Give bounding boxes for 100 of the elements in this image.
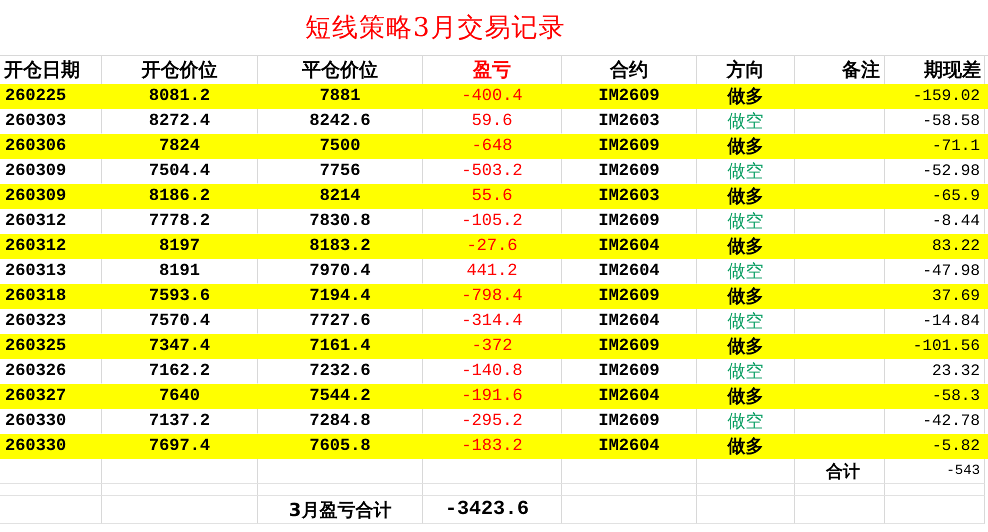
table-cell: 8242.6 [309, 112, 371, 130]
table-cell: -58.58 [922, 112, 980, 130]
table-cell: -105.2 [461, 212, 523, 230]
table-cell: IM2609 [598, 86, 660, 106]
table-cell-text: 做空 [728, 210, 764, 233]
table-cell: 59.6 [472, 112, 512, 130]
table-cell: 8081.2 [148, 86, 210, 106]
table-cell: 260323 [5, 312, 66, 330]
table-cell: 23.32 [932, 362, 980, 380]
table-cell: 7824 [159, 136, 200, 156]
table-cell: 7778.2 [148, 212, 210, 230]
table-cell: 7830.8 [309, 212, 371, 230]
column-header: 期现差 [924, 58, 981, 83]
table-cell: 7727.6 [309, 312, 371, 330]
table-cell: -47.98 [922, 262, 980, 280]
table-cell: 8272.4 [148, 112, 210, 130]
table-cell: IM2609 [598, 412, 660, 430]
table-cell: IM2609 [598, 136, 660, 156]
column-header: 备注 [842, 58, 880, 83]
table-cell: 260309 [5, 186, 66, 206]
table-cell-text: 做多 [728, 285, 764, 308]
column-header: 平仓价位 [302, 58, 378, 83]
table-cell: -65.9 [932, 187, 980, 205]
sheet-title: 短线策略3月交易记录 [305, 12, 566, 45]
table-cell: -14.84 [922, 312, 980, 330]
column-header: 盈亏 [473, 58, 511, 83]
table-cell: 7881 [320, 86, 360, 106]
table-cell: 7697.4 [148, 436, 210, 456]
table-cell: 260306 [5, 136, 66, 156]
table-cell: -372 [472, 336, 512, 356]
table-cell-text: 做多 [728, 185, 764, 208]
table-cell: -314.4 [461, 312, 523, 330]
table-cell: -5.82 [932, 437, 980, 455]
column-header: 开仓价位 [142, 58, 218, 83]
table-cell: 7504.4 [148, 162, 210, 180]
table-cell: -159.02 [912, 87, 980, 105]
table-cell: IM2603 [598, 112, 660, 130]
table-cell: IM2604 [598, 312, 660, 330]
table-cell-text: 做多 [728, 385, 764, 408]
column-header: 合约 [610, 58, 648, 83]
table-cell: 260312 [5, 212, 66, 230]
table-cell: 7756 [320, 162, 360, 180]
table-cell: 260225 [5, 86, 66, 106]
table-cell: 7284.8 [309, 412, 371, 430]
table-cell: 260325 [5, 336, 66, 356]
table-cell: 7544.2 [309, 386, 371, 406]
table-cell: -648 [472, 136, 512, 156]
table-cell-text: 做空 [728, 410, 764, 433]
table-cell: 260312 [5, 236, 66, 256]
table-cell: -400.4 [461, 86, 523, 106]
table-cell: 7500 [320, 136, 360, 156]
table-cell: IM2604 [598, 436, 660, 456]
table-cell: 7232.6 [309, 362, 371, 380]
table-cell-text: 做多 [728, 335, 764, 358]
table-cell: -58.3 [932, 387, 980, 405]
table-cell: IM2604 [598, 386, 660, 406]
table-cell: 260309 [5, 162, 66, 180]
table-cell-text: 做空 [728, 360, 764, 383]
subtotal-label: 合计 [826, 460, 860, 482]
table-cell: 7137.2 [148, 412, 210, 430]
column-header: 方向 [726, 58, 764, 83]
subtotal-value: -543 [946, 463, 980, 479]
total-label: 3月盈亏合计 [288, 498, 392, 522]
table-cell: 260326 [5, 362, 66, 380]
table-cell-text: 做空 [728, 160, 764, 183]
table-cell: 8214 [320, 186, 360, 206]
table-cell: 260303 [5, 112, 66, 130]
table-cell: 260318 [5, 286, 66, 306]
table-cell: -503.2 [461, 162, 523, 180]
table-cell: 260327 [5, 386, 66, 406]
table-cell-text: 做多 [728, 435, 764, 458]
table-cell: 7605.8 [309, 436, 371, 456]
table-cell: -798.4 [461, 286, 523, 306]
table-cell: 7593.6 [148, 286, 210, 306]
table-cell-text: 做多 [728, 235, 764, 258]
table-cell: -140.8 [461, 362, 523, 380]
table-cell: 37.69 [932, 287, 980, 305]
table-cell: 441.2 [466, 262, 518, 280]
table-cell: 7970.4 [309, 262, 371, 280]
table-cell: IM2609 [598, 362, 660, 380]
table-cell: IM2603 [598, 186, 660, 206]
table-cell: -71.1 [932, 137, 980, 155]
table-cell-text: 做多 [728, 85, 764, 108]
table-cell: 260330 [5, 436, 66, 456]
table-cell: -295.2 [461, 412, 523, 430]
table-cell: 7161.4 [309, 336, 371, 356]
table-cell: 260313 [5, 262, 66, 280]
column-header: 开仓日期 [4, 58, 80, 83]
table-cell-text: 做空 [728, 310, 764, 333]
table-cell: IM2609 [598, 162, 660, 180]
table-cell: -191.6 [461, 386, 523, 406]
table-cell: -101.56 [912, 337, 980, 355]
table-cell: 7570.4 [148, 312, 210, 330]
table-cell: 8183.2 [309, 236, 371, 256]
table-cell: IM2609 [598, 286, 660, 306]
table-cell-text: 做空 [728, 260, 764, 283]
table-cell: -42.78 [922, 412, 980, 430]
table-cell: 7347.4 [148, 336, 210, 356]
table-cell: IM2604 [598, 236, 660, 256]
table-cell: 260330 [5, 412, 66, 430]
